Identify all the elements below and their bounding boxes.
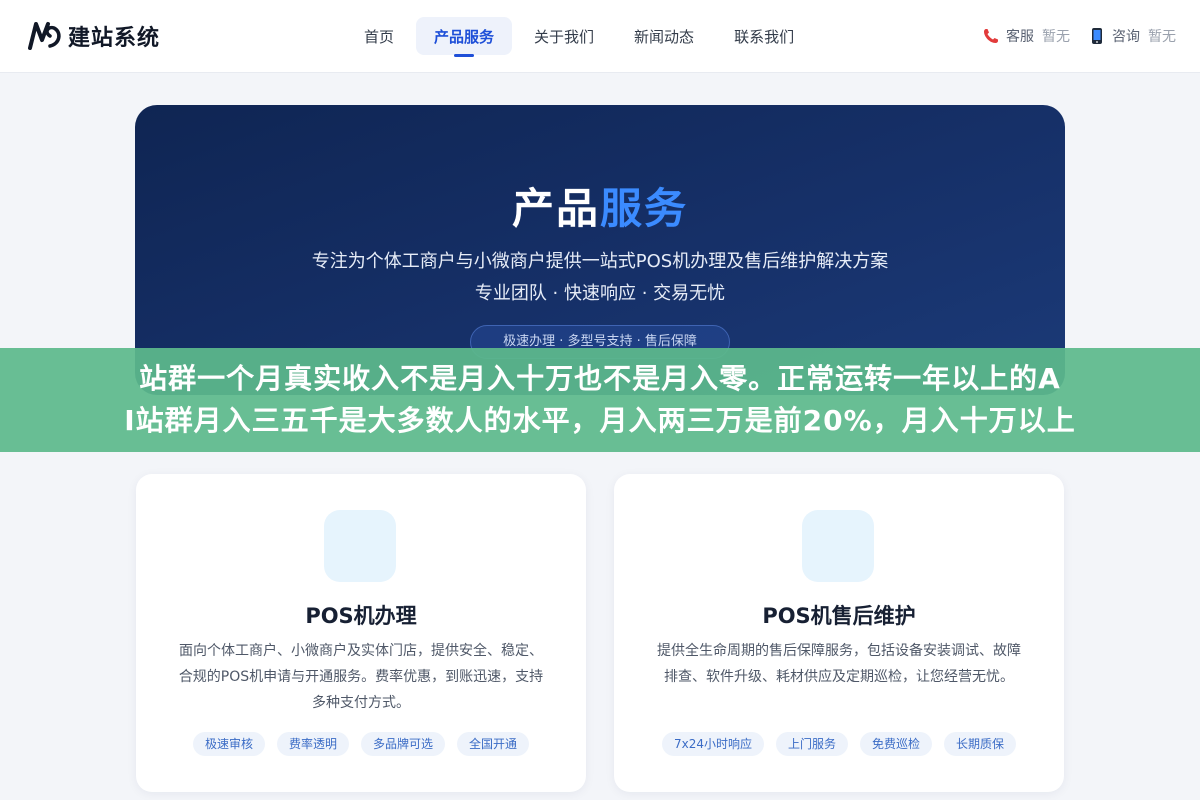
banner-line-2: I站群月入三五千是大多数人的水平，月入两三万是前20%，月入十万以上	[124, 404, 1076, 437]
main-nav: 首页 产品服务 关于我们 新闻动态 联系我们	[346, 17, 816, 57]
card-tags: 7x24小时响应 上门服务 免费巡检 长期质保	[614, 732, 1064, 756]
logo-mark-icon	[28, 22, 61, 50]
nav-item-contact[interactable]: 联系我们	[716, 17, 812, 55]
site-header: 建站系统 首页 产品服务 关于我们 新闻动态 联系我们 客服 暂无 咨询 暂无	[0, 0, 1200, 72]
header-contact: 客服 暂无 咨询 暂无	[964, 24, 1176, 48]
service-icon	[324, 510, 396, 582]
contact-consult-value: 暂无	[1148, 29, 1176, 45]
hero-title: 产品服务	[135, 175, 1065, 236]
hero-subtitle: 专注为个体工商户与小微商户提供一站式POS机办理及售后维护解决方案	[311, 251, 889, 272]
tag: 长期质保	[944, 732, 1017, 756]
contact-service-value: 暂无	[1042, 29, 1070, 45]
service-icon	[802, 510, 874, 582]
tag: 7x24小时响应	[661, 732, 764, 756]
card-tags: 极速审核 费率透明 多品牌可选 全国开通	[136, 732, 586, 756]
banner-line-1: 站群一个月真实收入不是月入十万也不是月入零。正常运转一年以上的A	[139, 362, 1061, 395]
service-card-pos-apply[interactable]: POS机办理 面向个体工商户、小微商户及实体门店，提供安全、稳定、合规的POS机…	[136, 474, 586, 792]
logo-text: 建站系统	[68, 26, 161, 51]
tag: 费率透明	[276, 732, 349, 756]
nav-item-products[interactable]: 产品服务	[416, 17, 513, 57]
mobile-icon	[1092, 28, 1102, 44]
card-description: 提供全生命周期的售后保障服务，包括设备安装调试、故障排查、软件升级、耗材供应及定…	[657, 643, 1021, 685]
logo[interactable]: 建站系统	[26, 18, 160, 54]
card-title: POS机售后维护	[762, 604, 916, 628]
contact-service[interactable]: 客服 暂无	[982, 26, 1070, 46]
contact-consult[interactable]: 咨询 暂无	[1088, 26, 1176, 46]
nav-item-home[interactable]: 首页	[346, 17, 412, 55]
contact-service-label: 客服	[1006, 29, 1034, 45]
card-description: 面向个体工商户、小微商户及实体门店，提供安全、稳定、合规的POS机申请与开通服务…	[178, 643, 544, 711]
hero-tagline: 专业团队 · 快速响应 · 交易无忧	[474, 283, 726, 304]
tag: 极速审核	[192, 732, 265, 756]
tag: 上门服务	[775, 732, 848, 756]
hero-title-part2: 服务	[600, 184, 689, 233]
nav-item-news[interactable]: 新闻动态	[616, 17, 712, 55]
contact-consult-label: 咨询	[1112, 29, 1140, 45]
phone-icon	[984, 29, 998, 43]
card-title: POS机办理	[305, 604, 417, 628]
overlay-text-banner: 站群一个月真实收入不是月入十万也不是月入零。正常运转一年以上的A I站群月入三五…	[0, 348, 1200, 452]
tag: 全国开通	[457, 732, 530, 756]
nav-item-about[interactable]: 关于我们	[516, 17, 612, 55]
tag: 多品牌可选	[361, 732, 446, 756]
service-card-pos-maintenance[interactable]: POS机售后维护 提供全生命周期的售后保障服务，包括设备安装调试、故障排查、软件…	[614, 474, 1064, 792]
tag: 免费巡检	[860, 732, 933, 756]
hero-title-part1: 产品	[511, 184, 600, 233]
